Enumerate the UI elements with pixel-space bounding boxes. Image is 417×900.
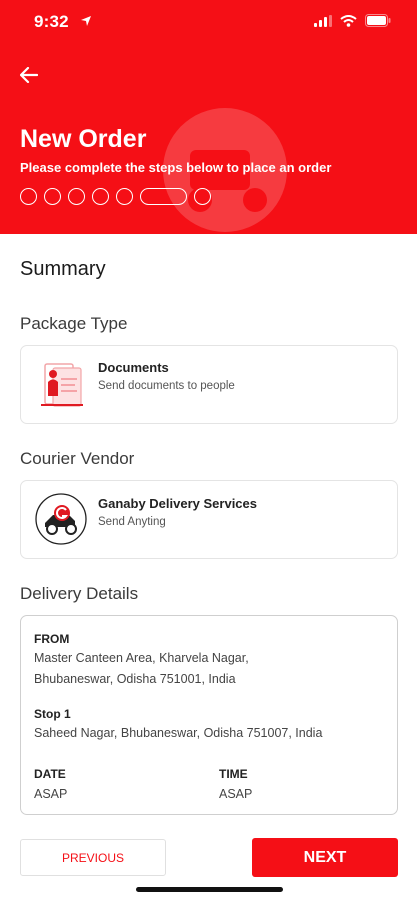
package-description: Send documents to people — [98, 380, 235, 392]
summary-title: Summary — [20, 258, 106, 280]
status-time: 9:32 — [34, 12, 69, 31]
step-6-active — [140, 188, 187, 205]
step-7 — [194, 188, 211, 205]
step-indicator — [20, 188, 211, 205]
wifi-icon — [340, 14, 357, 27]
step-1 — [20, 188, 37, 205]
location-arrow-icon — [81, 16, 91, 26]
back-arrow-icon — [20, 67, 38, 83]
package-type-card[interactable]: Documents Send documents to people — [20, 345, 398, 424]
header-banner: 9:32 New Order Please complete the steps… — [0, 0, 417, 234]
package-type-label: Package Type — [20, 314, 128, 333]
status-bar: 9:32 — [0, 0, 417, 44]
home-indicator — [136, 887, 283, 892]
step-4 — [92, 188, 109, 205]
stop-address: Saheed Nagar, Bhubaneswar, Odisha 751007… — [34, 726, 323, 740]
time-label: TIME — [219, 767, 248, 781]
page-title: New Order — [20, 125, 147, 153]
courier-vendor-label: Courier Vendor — [20, 449, 135, 468]
status-icons — [314, 14, 391, 27]
delivery-details-card: FROM Master Canteen Area, Kharvela Nagar… — [20, 615, 398, 815]
courier-name: Ganaby Delivery Services — [98, 496, 257, 511]
from-address-line2: Bhubaneswar, Odisha 751001, India — [34, 672, 236, 686]
courier-vendor-card[interactable]: Ganaby Delivery Services Send Anyting — [20, 480, 398, 559]
next-button[interactable]: NEXT — [252, 838, 398, 877]
from-address-line1: Master Canteen Area, Kharvela Nagar, — [34, 651, 249, 665]
courier-logo-icon — [35, 493, 87, 545]
delivery-details-label: Delivery Details — [20, 584, 139, 603]
signal-icon — [314, 14, 332, 27]
step-2 — [44, 188, 61, 205]
date-label: DATE — [34, 767, 66, 781]
page-subtitle: Please complete the steps below to place… — [20, 160, 332, 175]
stop-label: Stop 1 — [34, 707, 71, 721]
previous-button[interactable]: PREVIOUS — [20, 839, 166, 876]
back-button[interactable] — [14, 60, 44, 90]
date-value: ASAP — [34, 787, 68, 801]
from-label: FROM — [34, 632, 70, 646]
step-5 — [116, 188, 133, 205]
time-value: ASAP — [219, 787, 253, 801]
package-name: Documents — [98, 360, 169, 375]
step-3 — [68, 188, 85, 205]
courier-description: Send Anyting — [98, 516, 166, 528]
battery-icon — [365, 14, 391, 27]
documents-icon — [41, 363, 83, 407]
